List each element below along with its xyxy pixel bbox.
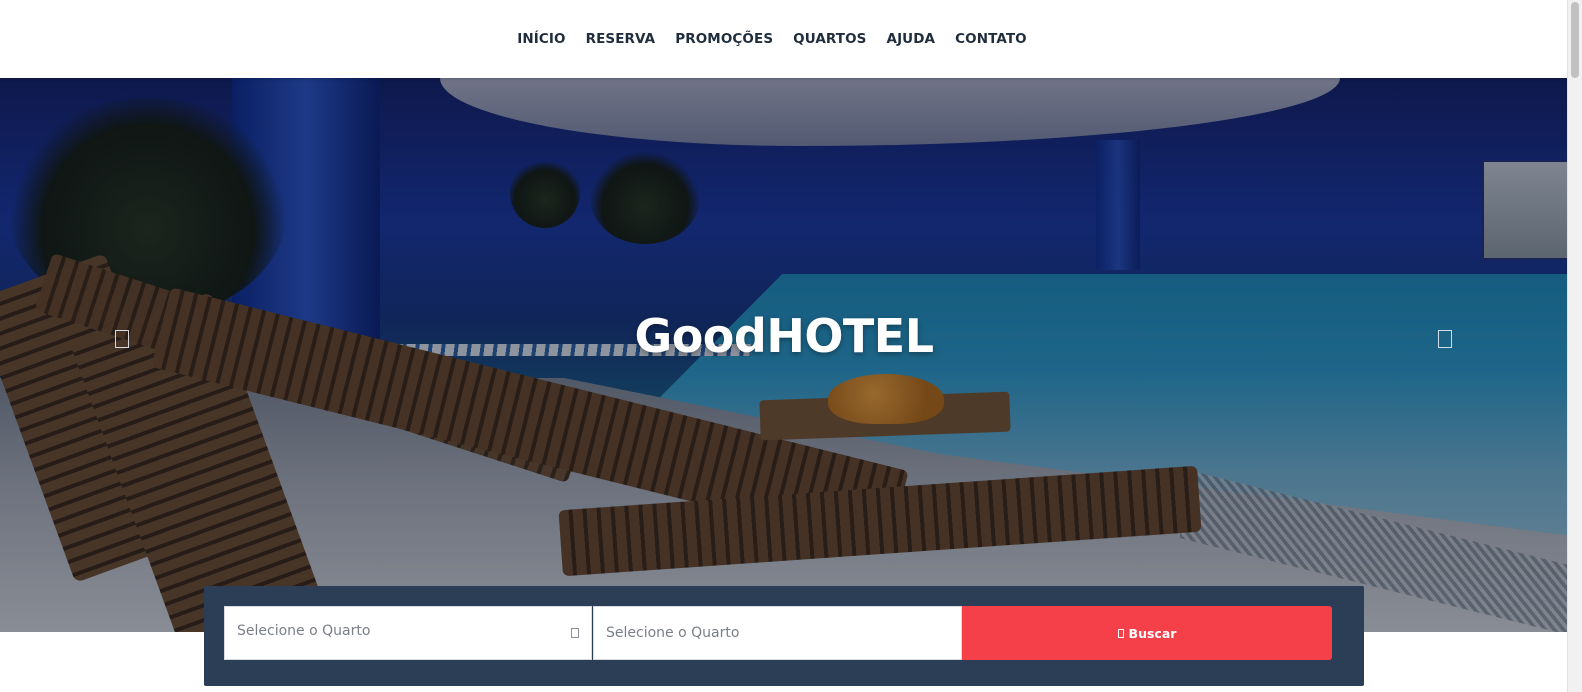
page-scrollbar[interactable] [1567, 0, 1582, 692]
nav-item-contato[interactable]: CONTATO [955, 31, 1027, 47]
room-input-field[interactable] [593, 606, 962, 660]
search-button-label: Buscar [1128, 625, 1177, 641]
top-navbar: INÍCIO RESERVA PROMOÇÕES QUARTOS AJUDA C… [0, 0, 1568, 78]
room-select-dropdown[interactable]: Selecione o Quarto [224, 606, 592, 660]
nav-item-ajuda[interactable]: AJUDA [887, 31, 936, 47]
scrollbar-thumb[interactable] [1571, 2, 1579, 78]
main-menu: INÍCIO RESERVA PROMOÇÕES QUARTOS AJUDA C… [517, 31, 1027, 47]
search-button[interactable]: Buscar [962, 606, 1332, 660]
nav-item-reserva[interactable]: RESERVA [586, 31, 656, 47]
nav-item-inicio[interactable]: INÍCIO [517, 31, 565, 47]
nav-item-promocoes[interactable]: PROMOÇÕES [675, 31, 773, 47]
chevron-right-icon[interactable] [1438, 330, 1452, 348]
room-search-panel: Selecione o Quarto Buscar [204, 586, 1364, 686]
nav-item-quartos[interactable]: QUARTOS [793, 31, 866, 47]
hero-title: GoodHOTEL [634, 308, 934, 363]
search-icon [1117, 628, 1124, 638]
hero-slider: GoodHOTEL [0, 78, 1568, 632]
room-select-label: Selecione o Quarto [237, 623, 371, 639]
chevron-down-icon [571, 628, 579, 638]
chevron-left-icon[interactable] [115, 330, 129, 348]
